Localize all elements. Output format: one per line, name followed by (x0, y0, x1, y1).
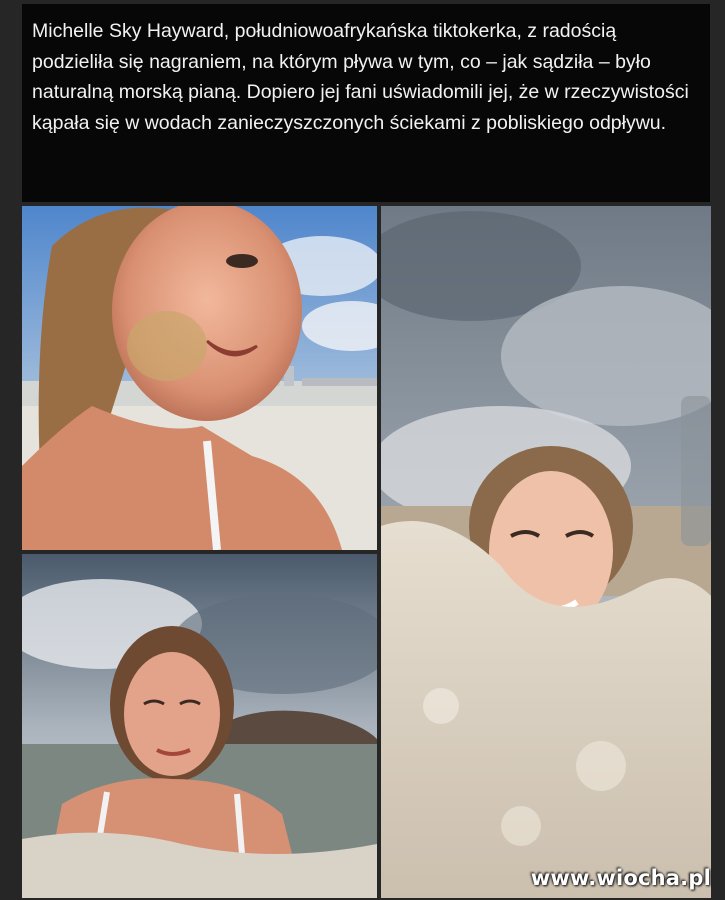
photo-selfie-beach (22, 206, 377, 550)
caption-text: Michelle Sky Hayward, południowoafrykańs… (32, 20, 689, 134)
meme-frame: Michelle Sky Hayward, południowoafrykańs… (0, 0, 725, 900)
caption-box: Michelle Sky Hayward, południowoafrykańs… (22, 4, 710, 202)
photo-head-in-foam (381, 206, 711, 898)
photo-foamy-sea-rocks (22, 554, 377, 898)
site-watermark: www.wiocha.pl (530, 866, 711, 890)
